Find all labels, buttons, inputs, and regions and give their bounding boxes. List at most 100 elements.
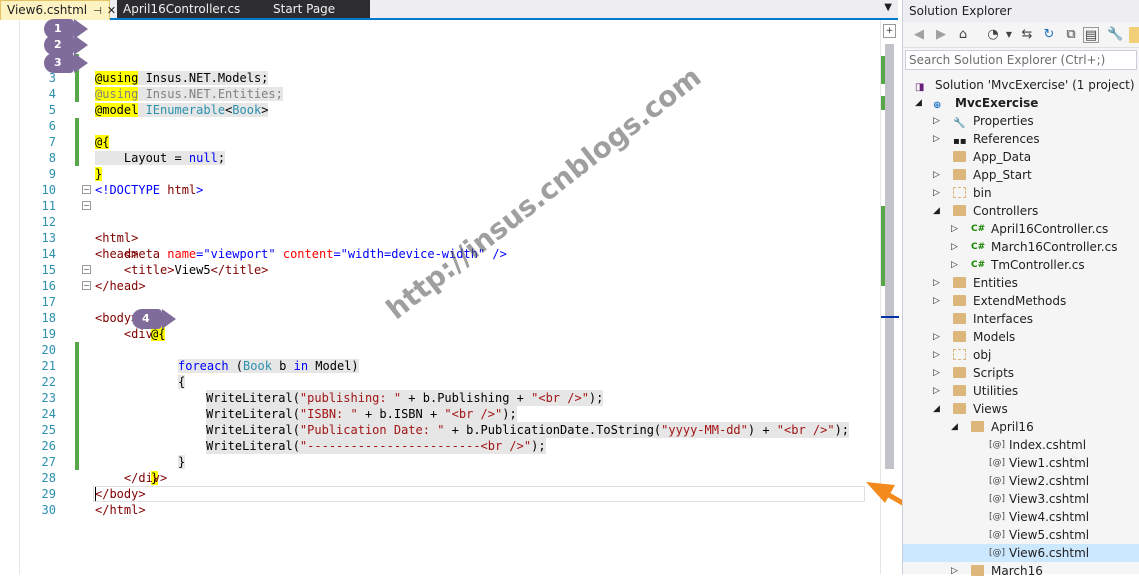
change-marker xyxy=(881,206,885,286)
tree-item-bin[interactable]: ▷ bin xyxy=(903,184,1139,202)
csharp-file-icon: C# xyxy=(971,242,986,252)
tree-item-controllers[interactable]: ◢ Controllers xyxy=(903,202,1139,220)
search-input[interactable]: Search Solution Explorer (Ctrl+;) xyxy=(905,50,1137,70)
collapsed-arrow-icon[interactable]: ▷ xyxy=(933,328,940,346)
annotation-badge: 3 xyxy=(44,53,88,73)
collapsed-arrow-icon[interactable]: ▷ xyxy=(951,256,958,274)
scrollbar-thumb[interactable] xyxy=(885,44,894,469)
collapsed-arrow-icon[interactable]: ▷ xyxy=(933,292,940,310)
collapse-all-icon[interactable]: ⧉ xyxy=(1063,27,1079,43)
collapsed-arrow-icon[interactable]: ▷ xyxy=(951,220,958,238)
tree-item-view6-cshtml[interactable]: [@] View6.cshtml xyxy=(903,544,1139,562)
folder-icon xyxy=(953,295,966,306)
close-icon[interactable]: ✕ xyxy=(107,2,116,20)
tree-item-april16[interactable]: ◢ April16 xyxy=(903,418,1139,436)
back-icon[interactable]: ◀ xyxy=(911,27,927,43)
tree-item-extendmethods[interactable]: ▷ ExtendMethods xyxy=(903,292,1139,310)
tree-item-app-start[interactable]: ▷ App_Start xyxy=(903,166,1139,184)
panel-title: Solution Explorer xyxy=(903,0,1139,22)
caret-position-marker xyxy=(881,316,899,318)
solution-icon: ◨ xyxy=(915,82,925,93)
tree-item-properties[interactable]: ▷ 🔧 Properties xyxy=(903,112,1139,130)
cshtml-file-icon: [@] xyxy=(989,530,1006,540)
code-line: 23 WriteLiteral("Publication Date: " + b… xyxy=(20,374,880,438)
tab-overflow-dropdown-icon[interactable]: ▼ xyxy=(884,2,892,13)
pin-icon[interactable]: ⊣ xyxy=(93,3,102,21)
folder-icon xyxy=(953,151,966,162)
expanded-arrow-icon[interactable]: ◢ xyxy=(951,418,958,436)
collapse-icon[interactable]: − xyxy=(82,265,91,274)
tree-item-view1-cshtml[interactable]: [@] View1.cshtml xyxy=(903,454,1139,472)
tree-item-interfaces[interactable]: Interfaces xyxy=(903,310,1139,328)
expanded-arrow-icon[interactable]: ◢ xyxy=(933,202,940,220)
split-window-icon[interactable]: + xyxy=(883,24,896,38)
preview-icon[interactable] xyxy=(1129,27,1139,43)
tree-item-views[interactable]: ◢ Views xyxy=(903,400,1139,418)
refresh-icon[interactable]: ↻ xyxy=(1041,27,1057,43)
folder-icon xyxy=(953,349,966,360)
collapsed-arrow-icon[interactable]: ▷ xyxy=(933,130,940,148)
home-icon[interactable]: ⌂ xyxy=(955,27,971,43)
tree-item-april16controller[interactable]: ▷ C# April16Controller.cs xyxy=(903,220,1139,238)
tree-item-index-cshtml[interactable]: [@] Index.cshtml xyxy=(903,436,1139,454)
selection-margin xyxy=(0,20,20,574)
cshtml-file-icon: [@] xyxy=(989,458,1006,468)
folder-open-icon xyxy=(953,205,966,216)
tab-start-page[interactable]: Start Page xyxy=(267,0,370,18)
pending-changes-icon[interactable]: ◔ xyxy=(985,27,1001,43)
tree-item-view5-cshtml[interactable]: [@] View5.cshtml xyxy=(903,526,1139,544)
collapse-icon[interactable]: − xyxy=(82,201,91,210)
cshtml-file-icon: [@] xyxy=(989,494,1006,504)
tab-view6[interactable]: View6.cshtml ⊣ ✕ xyxy=(0,0,116,21)
tree-item-view2-cshtml[interactable]: [@] View2.cshtml xyxy=(903,472,1139,490)
collapsed-arrow-icon[interactable]: ▷ xyxy=(933,364,940,382)
collapsed-arrow-icon[interactable]: ▷ xyxy=(933,274,940,292)
tree-item-entities[interactable]: ▷ Entities xyxy=(903,274,1139,292)
code-line: 27 </div> xyxy=(20,438,880,485)
folder-icon xyxy=(953,385,966,396)
tree-item-references[interactable]: ▷ ▪▪ References xyxy=(903,130,1139,148)
tab-label: Start Page xyxy=(273,2,336,16)
expanded-arrow-icon[interactable]: ◢ xyxy=(933,400,940,418)
change-marker xyxy=(881,96,885,110)
collapsed-arrow-icon[interactable]: ▷ xyxy=(951,238,958,256)
forward-icon[interactable]: ▶ xyxy=(933,27,949,43)
collapsed-arrow-icon[interactable]: ▷ xyxy=(933,184,940,202)
chevron-down-icon[interactable]: ▼ xyxy=(1001,27,1017,43)
collapsed-arrow-icon[interactable]: ▷ xyxy=(933,346,940,364)
collapsed-arrow-icon[interactable]: ▷ xyxy=(933,112,940,130)
collapse-icon[interactable]: − xyxy=(82,281,91,290)
tab-label: View6.cshtml xyxy=(7,3,88,17)
collapsed-arrow-icon[interactable]: ▷ xyxy=(951,562,958,580)
sync-icon[interactable]: ⇆ xyxy=(1019,27,1035,43)
tree-item-march16controller[interactable]: ▷ C# March16Controller.cs xyxy=(903,238,1139,256)
code-editor: View6.cshtml ⊣ ✕ April16Controller.cs Star… xyxy=(0,0,899,574)
collapsed-arrow-icon[interactable]: ▷ xyxy=(933,166,940,184)
tree-item-app-data[interactable]: App_Data xyxy=(903,148,1139,166)
tree-item-solution[interactable]: ◨ Solution 'MvcExercise' (1 project) xyxy=(903,76,1139,94)
solution-explorer-panel: Solution Explorer ◀ ▶ ⌂ ◔ ▼ ⇆ ↻ ⧉ ▤ 🔧 Se… xyxy=(902,0,1139,578)
project-icon: ⊕ xyxy=(933,100,942,111)
collapsed-arrow-icon[interactable]: ▷ xyxy=(933,382,940,400)
tab-label: April16Controller.cs xyxy=(123,2,241,16)
expanded-arrow-icon[interactable]: ◢ xyxy=(915,94,922,112)
tree-item-project[interactable]: ◢ ⊕ MvcExercise xyxy=(903,94,1139,112)
tree-item-models[interactable]: ▷ Models xyxy=(903,328,1139,346)
vertical-scrollbar[interactable]: + xyxy=(880,20,899,574)
show-all-files-icon[interactable]: ▤ xyxy=(1083,27,1099,43)
csharp-file-icon: C# xyxy=(971,224,986,234)
collapse-icon[interactable]: − xyxy=(82,185,91,194)
tree-item-tmcontroller[interactable]: ▷ C# TmController.cs xyxy=(903,256,1139,274)
properties-wrench-icon[interactable]: 🔧 xyxy=(1107,27,1123,43)
tab-april16controller[interactable]: April16Controller.cs xyxy=(117,0,267,18)
folder-icon xyxy=(953,313,966,324)
tree-item-march16[interactable]: ▷ March16 xyxy=(903,562,1139,580)
tree-item-scripts[interactable]: ▷ Scripts xyxy=(903,364,1139,382)
code-line: 29 </html> xyxy=(20,470,880,517)
tree-item-view4-cshtml[interactable]: [@] View4.cshtml xyxy=(903,508,1139,526)
tree-item-view3-cshtml[interactable]: [@] View3.cshtml xyxy=(903,490,1139,508)
tree-item-utilities[interactable]: ▷ Utilities xyxy=(903,382,1139,400)
text-caret xyxy=(95,487,96,501)
tree-item-obj[interactable]: ▷ obj xyxy=(903,346,1139,364)
folder-open-icon xyxy=(953,403,966,414)
